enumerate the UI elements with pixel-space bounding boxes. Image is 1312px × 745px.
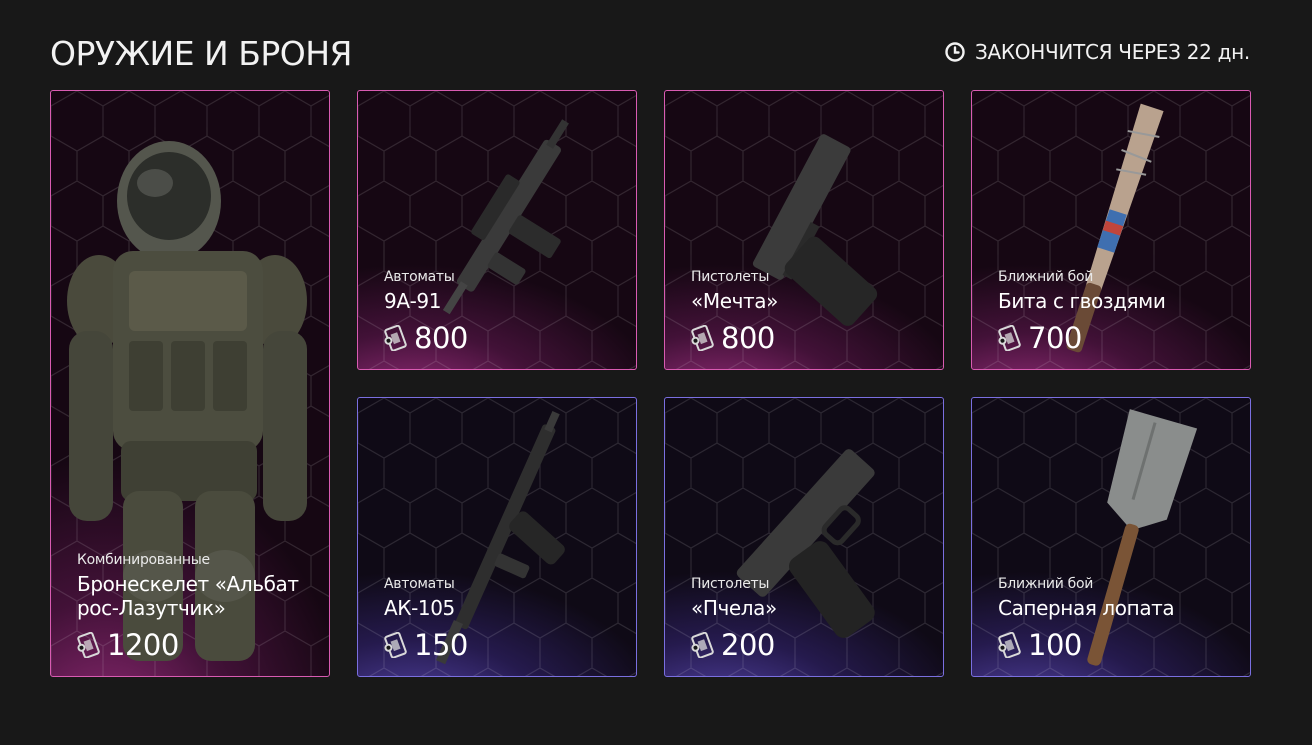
item-card-pchela[interactable]: Пистолеты «Пчела» 200	[664, 397, 944, 677]
item-category: Комбинированные	[77, 552, 210, 568]
item-name: 9А-91	[384, 289, 442, 313]
item-price-value: 100	[1028, 628, 1082, 662]
item-card-nail-bat[interactable]: Ближний бой Бита с гвоздями 700	[971, 90, 1251, 370]
item-category: Ближний бой	[998, 269, 1094, 285]
item-price: 1200	[77, 628, 299, 662]
item-category: Автоматы	[384, 269, 455, 285]
item-info: Автоматы АК-105 150	[384, 576, 468, 662]
item-card-9a91[interactable]: Автоматы 9А-91 800	[357, 90, 637, 370]
item-price: 700	[998, 321, 1165, 355]
item-price-value: 700	[1028, 321, 1082, 355]
item-category: Ближний бой	[998, 576, 1094, 592]
coupon-icon	[384, 325, 408, 351]
item-card-ak105[interactable]: Автоматы АК-105 150	[357, 397, 637, 677]
item-card-mechta[interactable]: Пистолеты «Мечта» 800	[664, 90, 944, 370]
timer: ЗАКОНЧИТСЯ ЧЕРЕЗ 22 дн.	[944, 40, 1250, 64]
item-price-value: 200	[721, 628, 775, 662]
item-category: Пистолеты	[691, 576, 770, 592]
item-category: Автоматы	[384, 576, 455, 592]
clock-icon	[945, 42, 965, 62]
item-price: 200	[691, 628, 777, 662]
coupon-icon	[691, 632, 715, 658]
item-price-value: 800	[414, 321, 468, 355]
item-info: Автоматы 9А-91 800	[384, 269, 468, 355]
coupon-icon	[77, 632, 101, 658]
item-price: 100	[998, 628, 1174, 662]
item-name: Бронескелет «Альбат рос-Лазутчик»	[77, 572, 299, 620]
coupon-icon	[998, 632, 1022, 658]
item-card-shovel[interactable]: Ближний бой Саперная лопата 100	[971, 397, 1251, 677]
item-price: 800	[384, 321, 468, 355]
item-info: Комбинированные Бронескелет «Альбат рос-…	[77, 552, 299, 662]
item-name: «Мечта»	[691, 289, 778, 313]
item-card-armor[interactable]: Комбинированные Бронескелет «Альбат рос-…	[50, 90, 330, 677]
item-price-value: 1200	[107, 628, 179, 662]
item-info: Пистолеты «Пчела» 200	[691, 576, 777, 662]
timer-text: ЗАКОНЧИТСЯ ЧЕРЕЗ 22 дн.	[975, 40, 1250, 64]
item-name: «Пчела»	[691, 596, 777, 620]
item-price-value: 800	[721, 321, 775, 355]
item-name: Бита с гвоздями	[998, 289, 1166, 313]
item-name-line2: рос-Лазутчик»	[77, 596, 226, 620]
coupon-icon	[691, 325, 715, 351]
item-info: Пистолеты «Мечта» 800	[691, 269, 778, 355]
coupon-icon	[998, 325, 1022, 351]
item-category: Пистолеты	[691, 269, 770, 285]
item-price: 800	[691, 321, 778, 355]
page-title: ОРУЖИЕ И БРОНЯ	[50, 34, 353, 73]
item-price-value: 150	[414, 628, 468, 662]
item-price: 150	[384, 628, 468, 662]
item-name: АК-105	[384, 596, 455, 620]
item-info: Ближний бой Саперная лопата 100	[998, 576, 1175, 662]
item-info: Ближний бой Бита с гвоздями 700	[998, 269, 1166, 355]
item-name: Саперная лопата	[998, 596, 1175, 620]
coupon-icon	[384, 632, 408, 658]
item-name-line1: Бронескелет «Альбат	[77, 572, 299, 596]
